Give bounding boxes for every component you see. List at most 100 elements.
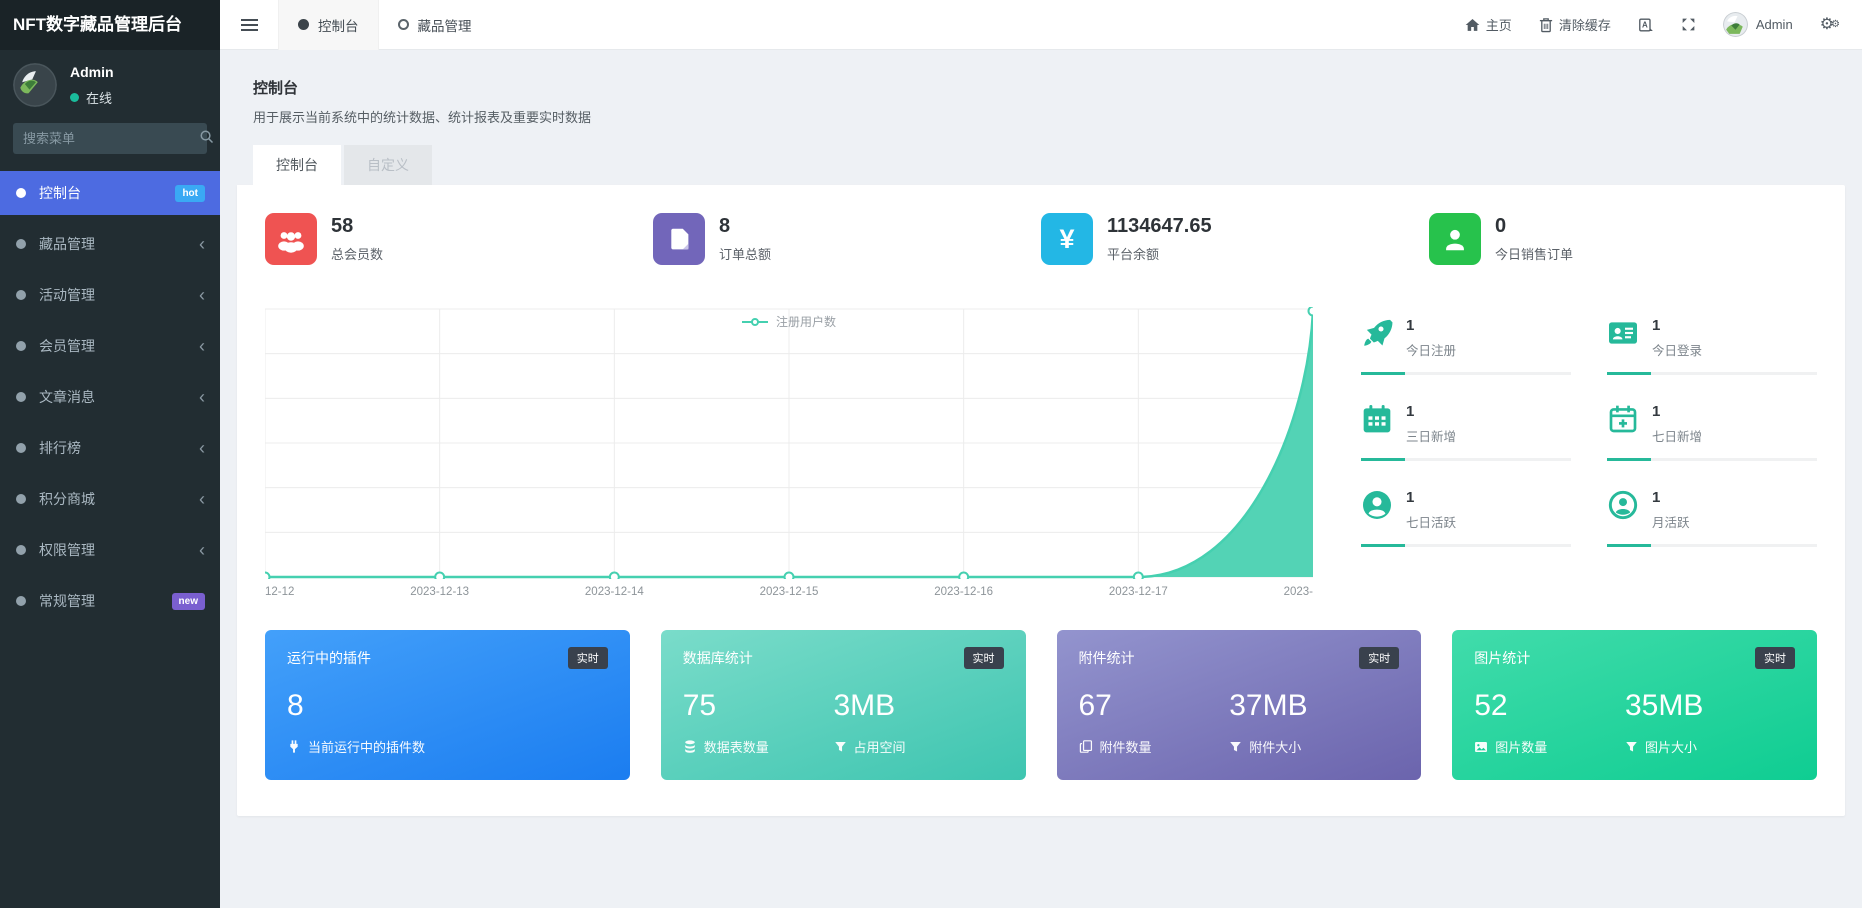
realtime-badge: 实时 <box>567 647 608 669</box>
funnel-icon <box>1626 741 1637 752</box>
sidebar-search[interactable] <box>13 123 214 154</box>
stat-total-members: 58 总会员数 <box>265 213 653 265</box>
card-image-stats[interactable]: 图片统计 实时 52 图片数量 35MB 图片大小 <box>1452 630 1817 780</box>
stat-platform-balance: ¥ 1134647.65 平台余额 <box>1041 213 1429 265</box>
sidebar-item-points-mall[interactable]: 积分商城 ‹ <box>0 477 220 521</box>
home-button[interactable]: 主页 <box>1465 15 1512 34</box>
dashboard-panel: 58 总会员数 8 订单总额 ¥ 1134647.65 平台余额 0 今日销售订… <box>237 185 1845 816</box>
bullet-icon <box>16 443 26 453</box>
page-title: 控制台 <box>253 80 299 97</box>
svg-text:A: A <box>1642 20 1648 29</box>
expand-icon <box>1682 18 1695 31</box>
funnel-icon <box>834 741 846 752</box>
hot-badge: hot <box>175 184 205 202</box>
topbar: 控制台 藏品管理 主页 清除缓存 A Admin ⚙ ⚙ <box>220 0 1862 50</box>
sidebar-menu: 控制台 hot 藏品管理 ‹ 活动管理 ‹ 会员管理 ‹ 文章消息 ‹ 排行榜 … <box>0 171 220 623</box>
rocket-icon <box>1361 317 1393 349</box>
sidebar-item-members[interactable]: 会员管理 ‹ <box>0 324 220 368</box>
main-content: 控制台 用于展示当前系统中的统计数据、统计报表及重要实时数据 控制台 自定义 5… <box>220 50 1862 908</box>
mini-stat-seven-day-new: 1 七日新增 <box>1607 403 1817 461</box>
user-menu[interactable]: Admin <box>1722 12 1793 37</box>
registered-users-chart: 注册用户数 12-12 2023-12-13 2023-12-14 2023-12-1… <box>265 307 1313 604</box>
trash-icon <box>1539 17 1552 32</box>
mini-stats-grid: 1 今日注册 1 今日登录 1 三日新增 1 七日新增 1 七日活跃 1 月活跃 <box>1361 307 1817 604</box>
mini-stat-three-day-new: 1 三日新增 <box>1361 403 1571 461</box>
sidebar-item-activities[interactable]: 活动管理 ‹ <box>0 273 220 317</box>
bullet-icon <box>16 596 26 606</box>
user-circle-icon <box>1361 489 1393 521</box>
topbar-tab-collections[interactable]: 藏品管理 <box>379 0 491 50</box>
chart-canvas <box>265 307 1313 579</box>
online-dot-icon <box>70 92 79 102</box>
sidebar-item-permissions[interactable]: 权限管理 ‹ <box>0 528 220 572</box>
search-input[interactable] <box>23 131 199 146</box>
database-icon <box>684 740 695 753</box>
bullet-icon <box>16 494 26 504</box>
panel-header: 控制台 用于展示当前系统中的统计数据、统计报表及重要实时数据 <box>237 63 1845 145</box>
user-icon <box>1429 213 1481 265</box>
tab-console[interactable]: 控制台 <box>253 145 341 185</box>
user-circle-outline-icon <box>1607 489 1639 521</box>
sidebar: NFT数字藏品管理后台 Admin 在线 控制台 hot <box>0 0 220 908</box>
legend-marker-icon <box>741 317 768 326</box>
home-icon <box>1465 18 1480 31</box>
chart-x-axis: 12-12 2023-12-13 2023-12-14 2023-12-15 2023-… <box>265 586 1313 598</box>
app-title: NFT数字藏品管理后台 <box>0 0 220 50</box>
user-status: 在线 <box>70 88 114 107</box>
calendar-plus-icon <box>1607 403 1639 435</box>
sidebar-item-collections[interactable]: 藏品管理 ‹ <box>0 222 220 266</box>
bullet-icon <box>16 188 26 198</box>
id-card-icon <box>1607 317 1639 349</box>
sidebar-item-rankings[interactable]: 排行榜 ‹ <box>0 426 220 470</box>
calendar-icon <box>1361 403 1393 435</box>
fullscreen-button[interactable] <box>1681 17 1696 32</box>
funnel-icon <box>1230 741 1242 752</box>
mini-stat-seven-day-active: 1 七日活跃 <box>1361 489 1571 547</box>
avatar[interactable] <box>13 63 57 107</box>
page-description: 用于展示当前系统中的统计数据、统计报表及重要实时数据 <box>253 110 592 125</box>
search-icon[interactable] <box>199 129 214 149</box>
chart-legend[interactable]: 注册用户数 <box>265 313 1313 330</box>
avatar <box>1722 12 1748 37</box>
users-icon <box>265 213 317 265</box>
mini-stat-month-active: 1 月活跃 <box>1607 489 1817 547</box>
plug-icon <box>290 740 298 753</box>
file-icon <box>653 213 705 265</box>
new-badge: new <box>171 592 205 610</box>
bullet-icon <box>16 239 26 249</box>
gear-small-icon: ⚙ <box>1831 18 1840 30</box>
settings-button[interactable]: ⚙ ⚙ <box>1820 16 1840 33</box>
mini-stat-today-login: 1 今日登录 <box>1607 317 1817 375</box>
sidebar-item-dashboard[interactable]: 控制台 hot <box>0 171 220 215</box>
realtime-badge: 实时 <box>963 647 1004 669</box>
sidebar-item-articles[interactable]: 文章消息 ‹ <box>0 375 220 419</box>
bullet-icon <box>16 290 26 300</box>
clear-cache-button[interactable]: 清除缓存 <box>1539 15 1611 34</box>
image-icon <box>1475 741 1488 752</box>
realtime-badge: 实时 <box>1359 647 1400 669</box>
card-running-plugins[interactable]: 运行中的插件 实时 8 当前运行中的插件数 <box>265 630 630 780</box>
yen-icon: ¥ <box>1041 213 1093 265</box>
mini-stat-today-register: 1 今日注册 <box>1361 317 1571 375</box>
chevron-left-icon: ‹ <box>199 285 205 305</box>
language-icon: A <box>1638 18 1653 31</box>
bullet-icon <box>16 341 26 351</box>
card-database-stats[interactable]: 数据库统计 实时 75 数据表数量 3MB 占用空间 <box>660 630 1026 780</box>
stats-row: 58 总会员数 8 订单总额 ¥ 1134647.65 平台余额 0 今日销售订… <box>265 213 1817 265</box>
copy-icon <box>1079 740 1092 753</box>
user-name: Admin <box>70 63 114 80</box>
language-button[interactable]: A <box>1638 17 1654 33</box>
card-attachment-stats[interactable]: 附件统计 实时 67 附件数量 37MB 附件大小 <box>1056 630 1422 780</box>
topbar-tab-dashboard[interactable]: 控制台 <box>278 0 379 50</box>
chevron-left-icon: ‹ <box>199 438 205 458</box>
chevron-left-icon: ‹ <box>199 387 205 407</box>
tab-custom[interactable]: 自定义 <box>344 145 432 185</box>
chevron-left-icon: ‹ <box>199 234 205 254</box>
hollow-circle-icon <box>397 19 409 30</box>
sidebar-toggle-button[interactable] <box>220 0 278 50</box>
bullet-icon <box>16 545 26 555</box>
summary-cards-row: 运行中的插件 实时 8 当前运行中的插件数 数据库统计 实时 75 数据表数量 … <box>265 630 1817 780</box>
bullet-icon <box>16 392 26 402</box>
sidebar-item-general[interactable]: 常规管理 new <box>0 579 220 623</box>
topbar-actions: 主页 清除缓存 A Admin ⚙ ⚙ <box>1438 12 1862 37</box>
